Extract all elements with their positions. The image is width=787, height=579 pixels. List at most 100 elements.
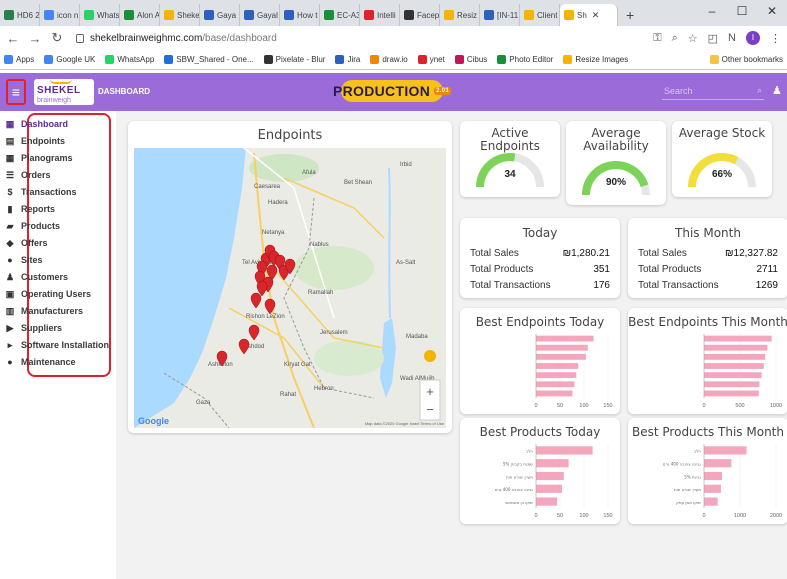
bookmark-item[interactable]: Jira [335, 55, 360, 64]
browser-tab[interactable]: Sh ✕ [560, 4, 618, 26]
browser-tab[interactable]: Alon A [120, 4, 160, 26]
bookmark-item[interactable]: SBW_Shared - One... [164, 55, 254, 64]
pegman-icon[interactable] [424, 350, 436, 362]
sidebar-item-software-installation[interactable]: ▸ Software Installation [5, 337, 109, 353]
map-pin-icon[interactable] [250, 292, 262, 309]
star-icon[interactable]: ☆ [688, 32, 698, 45]
bar[interactable] [536, 471, 564, 481]
sidebar-item-suppliers[interactable]: ▶ Suppliers [5, 320, 62, 336]
browser-tab[interactable]: Whats [80, 4, 120, 26]
other-bookmarks[interactable]: Other bookmarks [709, 55, 783, 64]
bar[interactable] [536, 497, 558, 506]
logo[interactable]: SHEKEL brainweigh [34, 79, 94, 105]
sidebar-item-orders[interactable]: ☰ Orders [5, 167, 51, 183]
forward-icon[interactable]: → [28, 31, 42, 46]
sidebar-item-operating-users[interactable]: ▣ Operating Users [5, 286, 91, 302]
zoom-in-button[interactable]: + [426, 384, 434, 399]
browser-tab[interactable]: icon n [40, 4, 80, 26]
user-icon[interactable]: ♟ [772, 84, 782, 97]
sidebar-item-customers[interactable]: ♟ Customers [5, 269, 68, 285]
sidebar-item-planograms[interactable]: ▦ Planograms [5, 150, 73, 166]
endpoints-map[interactable]: NetanyaHaderaTel Aviv-YafoRishon LeZionA… [134, 148, 446, 428]
browser-tab[interactable]: How t [280, 4, 320, 26]
browser-tab[interactable]: Resiz [440, 4, 480, 26]
minimize-button[interactable]: – [697, 0, 727, 22]
sidebar-item-maintenance[interactable]: ● Maintenance [5, 354, 75, 370]
maximize-button[interactable]: ☐ [727, 0, 757, 22]
map-place-label: Ramallah [308, 290, 333, 296]
map-pin-icon[interactable] [238, 338, 250, 355]
bar[interactable] [704, 390, 759, 397]
bar[interactable] [536, 459, 569, 468]
browser-tab[interactable]: Facep [400, 4, 440, 26]
browser-tab[interactable]: EC-A3 [320, 4, 360, 26]
search-icon[interactable]: ⌕ [757, 85, 762, 96]
bookmark-item[interactable]: WhatsApp [105, 55, 154, 64]
tab-label: Sh [577, 10, 587, 20]
more-menu-icon[interactable]: ⋮ [770, 32, 781, 45]
bar[interactable] [536, 446, 593, 455]
bar[interactable] [536, 390, 573, 397]
bookmark-item[interactable]: Google UK [44, 55, 95, 64]
reload-icon[interactable]: ↻ [50, 30, 64, 46]
bar[interactable] [704, 459, 732, 468]
bookmark-label: draw.io [382, 55, 408, 64]
bar[interactable] [704, 497, 718, 506]
close-window-button[interactable]: ✕ [757, 0, 787, 22]
sidebar-item-products[interactable]: ▰ Products [5, 218, 60, 234]
browser-tab[interactable]: Intelli [360, 4, 400, 26]
bar[interactable] [704, 372, 762, 379]
key-icon[interactable]: ⚿ [653, 32, 661, 45]
browser-tab[interactable]: Gaya [200, 4, 240, 26]
bar[interactable] [704, 471, 722, 481]
zoom-icon[interactable]: ⌕ [672, 32, 678, 45]
bar[interactable] [704, 381, 760, 388]
bar[interactable] [704, 446, 747, 455]
bar[interactable] [536, 353, 586, 360]
bar[interactable] [704, 484, 721, 493]
extension-icon[interactable]: ◰ [708, 32, 718, 45]
sidebar-item-offers[interactable]: ◆ Offers [5, 235, 48, 251]
sidebar-item-endpoints[interactable]: ▤ Endpoints [5, 133, 65, 149]
sidebar-item-sites[interactable]: ● Sites [5, 252, 42, 268]
search-input[interactable]: Search ⌕ [662, 82, 764, 100]
browser-tab[interactable]: Client [520, 4, 560, 26]
browser-tab[interactable]: Sheke [160, 4, 200, 26]
browser-tab[interactable]: HD6 2 [0, 4, 40, 26]
browser-tab[interactable]: [IN-11 [480, 4, 520, 26]
bookmark-item[interactable]: draw.io [370, 55, 408, 64]
back-icon[interactable]: ← [6, 31, 20, 46]
bookmark-item[interactable]: Resize Images [563, 55, 628, 64]
bar[interactable] [536, 363, 579, 369]
new-tab-button[interactable]: + [618, 4, 642, 26]
hamburger-menu-icon[interactable]: ≡ [6, 79, 26, 105]
sidebar-item-reports[interactable]: ▮ Reports [5, 201, 56, 217]
sidebar-item-manufacturers[interactable]: ▥ Manufacturers [5, 303, 83, 319]
sidebar-item-dashboard[interactable]: ▦ Dashboard [5, 116, 68, 132]
profile-avatar[interactable]: I [746, 31, 760, 45]
bookmark-item[interactable]: ynet [417, 55, 445, 64]
map-pin-icon[interactable] [248, 324, 260, 341]
bar[interactable] [536, 344, 588, 351]
logo-text: SHEKEL [37, 85, 81, 96]
close-tab-icon[interactable]: ✕ [592, 10, 600, 21]
bar[interactable] [536, 335, 594, 342]
bar[interactable] [704, 353, 766, 360]
bookmark-item[interactable]: Apps [4, 55, 34, 64]
url-field[interactable]: shekelbrainweighmc.com/base/dashboard [72, 29, 645, 47]
browser-tab[interactable]: Gayal [240, 4, 280, 26]
bar[interactable] [536, 381, 575, 388]
bar[interactable] [704, 335, 772, 342]
tab-label: Client [537, 10, 558, 20]
bookmark-item[interactable]: Pixelate - Blur [263, 55, 325, 64]
bar[interactable] [704, 363, 764, 369]
sidebar-item-transactions[interactable]: $ Transactions [5, 184, 76, 200]
bookmark-item[interactable]: Photo Editor [497, 55, 553, 64]
chart-title: Best Endpoints This Month [628, 315, 787, 329]
bookmark-item[interactable]: Cibus [454, 55, 487, 64]
bar[interactable] [536, 372, 577, 379]
n-extension-icon[interactable]: N [728, 32, 736, 44]
bar[interactable] [536, 484, 562, 493]
bar[interactable] [704, 344, 768, 351]
zoom-out-button[interactable]: − [426, 402, 434, 417]
